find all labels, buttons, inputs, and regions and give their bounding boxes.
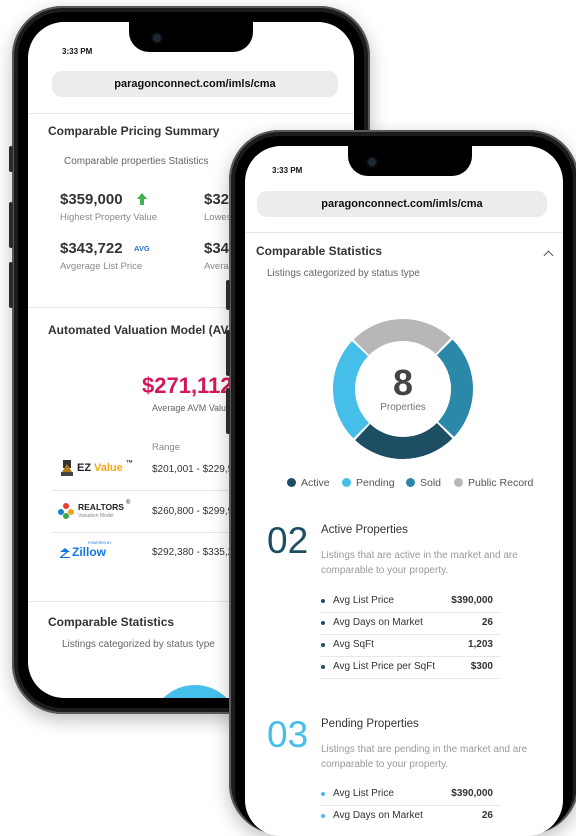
zillow-logo: POWERED BY Zillow [58, 541, 148, 565]
zillow-range: $292,380 - $335,2 [152, 547, 234, 558]
value-label: Value [94, 462, 123, 474]
stat-value: $390,000 [451, 595, 493, 606]
front-phone: 3:33 PM paragonconnect.com/imls/cma Comp… [226, 130, 576, 836]
collapse-chevron-icon[interactable] [543, 250, 554, 261]
comparable-statistics-subtitle: Listings categorized by status type [62, 639, 215, 650]
active-title: Active Properties [321, 524, 408, 536]
avm-title: Automated Valuation Model (AVM) [48, 323, 243, 337]
status-time: 3:33 PM [62, 47, 93, 56]
realtors-label: REALTORS [78, 502, 124, 512]
ez-label: EZ [77, 462, 92, 474]
avg-list-label: Avgerage List Price [60, 261, 143, 272]
avg-badge: AVG [134, 244, 150, 253]
front-phone-screen: 3:33 PM paragonconnect.com/imls/cma Comp… [245, 146, 563, 836]
legend-sold: Sold [406, 477, 441, 489]
highest-value: $359,000 [60, 191, 123, 208]
pending-title: Pending Properties [321, 718, 419, 730]
stat-label: Avg List Price [333, 595, 394, 606]
pending-description: Listings that are pending in the market … [321, 744, 528, 770]
url-bar[interactable]: paragonconnect.com/imls/cma [257, 191, 547, 217]
stat-value: $300 [470, 661, 493, 672]
stat-row: Avg SqFt 1,203 [321, 635, 521, 657]
active-count: 02 [267, 520, 309, 561]
arrow-up-icon [137, 193, 147, 205]
url-bar[interactable]: paragonconnect.com/imls/cma [52, 71, 338, 97]
realtors-icon [58, 503, 74, 519]
pending-stats: Avg List Price $390,000 Avg Days on Mark… [321, 784, 521, 832]
pricing-summary-title: Comparable Pricing Summary [48, 124, 220, 138]
stat-value: 1,203 [467, 639, 493, 650]
legend: Active Pending Sold Public Record [287, 477, 557, 493]
legend-active: Active [287, 477, 330, 489]
comparable-statistics-title: Comparable Statistics [256, 244, 383, 258]
realtors-tagline: Valuation Model [78, 513, 114, 519]
stat-value: $390,000 [451, 788, 493, 799]
active-stats: Avg List Price $390,000 Avg Days on Mark… [321, 591, 521, 683]
active-description: Listings that are active in the market a… [321, 550, 518, 576]
realtors-logo: REALTORS ® Valuation Model [58, 500, 148, 525]
comparable-statistics-subtitle: Listings categorized by status type [267, 268, 420, 279]
avm-value: $271,112 [142, 373, 233, 398]
stat-row: Avg Days on Market 26 [321, 806, 521, 828]
stat-label: Avg List Price per SqFt [333, 661, 436, 672]
stat-row: Avg List Price $390,000 [321, 591, 521, 613]
donut-total-label: Properties [380, 402, 426, 413]
highest-label: Highest Property Value [60, 212, 157, 223]
comparable-statistics-title: Comparable Statistics [48, 615, 175, 629]
range-header: Range [152, 442, 180, 453]
stat-label: Avg List Price [333, 788, 394, 799]
legend-public-record: Public Record [454, 477, 533, 489]
ez-value-range: $201,001 - $229,5 [152, 464, 234, 475]
trademark-mark: ™ [126, 460, 133, 467]
ez-value-logo: EZ Value ™ [60, 459, 140, 479]
stat-row: Avg List Price $390,000 [321, 784, 521, 806]
stat-label: Avg SqFt [333, 639, 374, 650]
pending-count: 03 [267, 714, 309, 755]
trophy-icon [61, 460, 73, 476]
pricing-summary-subtitle: Comparable properties Statistics [64, 156, 209, 167]
realtors-range: $260,800 - $299,9 [152, 506, 234, 517]
stat-value: 26 [481, 617, 493, 628]
stat-row: Avg List Price per SqFt $300 [321, 657, 521, 679]
stat-label: Avg Days on Market [333, 617, 423, 628]
donut-preview [150, 685, 240, 698]
avg-list-value: $343,722 [60, 240, 123, 257]
zillow-label: Zillow [72, 545, 106, 559]
stat-row: Avg Days on Market 26 [321, 613, 521, 635]
donut-total: 8 [392, 362, 414, 403]
registered-mark: ® [126, 500, 131, 506]
stat-value: 26 [481, 810, 493, 821]
avm-value-label: Average AVM Value [152, 403, 232, 413]
legend-pending: Pending [342, 477, 395, 489]
stat-label: Avg Days on Market [333, 810, 423, 821]
status-time: 3:33 PM [272, 166, 303, 175]
zillow-icon [60, 548, 70, 558]
